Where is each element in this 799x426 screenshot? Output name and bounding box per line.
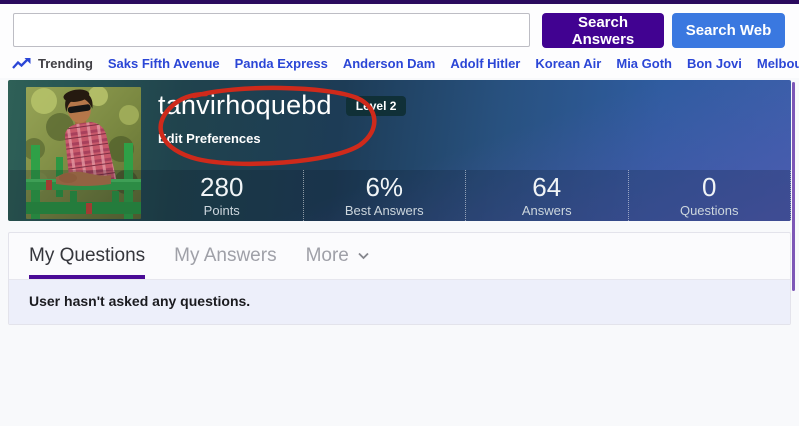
trending-topic-4[interactable]: Adolf Hitler <box>450 56 520 71</box>
tab-my-questions-label: My Questions <box>29 245 145 267</box>
trending-topic-7[interactable]: Bon Jovi <box>687 56 742 71</box>
stat-points: 280 Points <box>141 170 304 221</box>
search-web-button[interactable]: Search Web <box>672 13 785 48</box>
stat-answers-value: 64 <box>466 173 628 202</box>
content-card: My Questions My Answers More User hasn't… <box>8 232 791 325</box>
trending-topic-6[interactable]: Mia Goth <box>616 56 672 71</box>
trending-text: Trending <box>38 56 93 71</box>
stat-best-answers-label: Best Answers <box>304 203 466 218</box>
trending-label: Trending <box>12 56 93 71</box>
trending-topic-8[interactable]: Melbourne crash <box>757 56 799 71</box>
search-topbar: Search Answers Search Web Trending Saks … <box>0 4 799 78</box>
level-badge: Level 2 <box>346 96 407 116</box>
tab-my-answers[interactable]: My Answers <box>174 233 276 279</box>
scrollbar-thumb[interactable] <box>792 82 795 291</box>
empty-state-message: User hasn't asked any questions. <box>9 279 790 324</box>
tab-more-label: More <box>306 245 349 267</box>
search-answers-button[interactable]: Search Answers <box>542 13 664 48</box>
stat-questions: 0 Questions <box>629 170 792 221</box>
username: tanvirhoquebd <box>158 90 332 121</box>
trending-topic-2[interactable]: Panda Express <box>235 56 328 71</box>
tab-my-questions[interactable]: My Questions <box>29 233 145 279</box>
stat-questions-value: 0 <box>629 173 791 202</box>
tab-my-answers-label: My Answers <box>174 245 276 267</box>
edit-preferences-link[interactable]: Edit Preferences <box>158 131 261 146</box>
chevron-down-icon <box>358 252 369 260</box>
trending-up-icon <box>12 57 31 70</box>
search-input[interactable] <box>13 13 530 47</box>
stat-questions-label: Questions <box>629 203 791 218</box>
tab-more[interactable]: More <box>306 233 369 279</box>
trending-topic-1[interactable]: Saks Fifth Avenue <box>108 56 220 71</box>
stat-points-label: Points <box>141 203 303 218</box>
profile-header: tanvirhoquebd Level 2 Edit Preferences 2… <box>8 80 791 221</box>
trending-topic-5[interactable]: Korean Air <box>535 56 601 71</box>
profile-stats: 280 Points 6% Best Answers 64 Answers 0 … <box>8 170 791 221</box>
trending-bar: Trending Saks Fifth Avenue Panda Express… <box>12 53 799 73</box>
stat-answers-label: Answers <box>466 203 628 218</box>
user-identity: tanvirhoquebd Level 2 Edit Preferences <box>158 90 406 148</box>
trending-topic-3[interactable]: Anderson Dam <box>343 56 435 71</box>
stat-best-answers: 6% Best Answers <box>304 170 467 221</box>
stat-best-answers-value: 6% <box>304 173 466 202</box>
tab-bar: My Questions My Answers More <box>9 233 790 279</box>
stat-answers: 64 Answers <box>466 170 629 221</box>
stat-points-value: 280 <box>141 173 303 202</box>
